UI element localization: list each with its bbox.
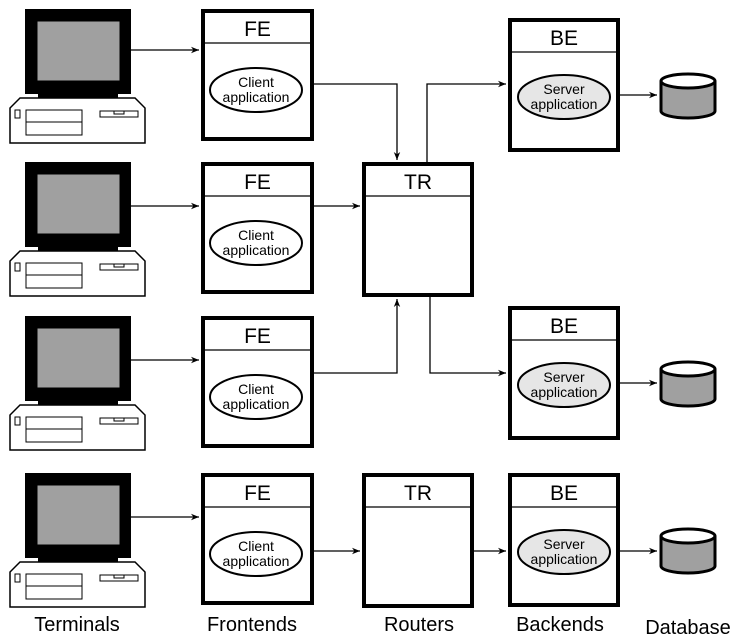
frontend-box-title: FE (244, 482, 271, 505)
backend-box: BE Serverapplication (508, 306, 620, 440)
client-application-line2: application (223, 89, 290, 105)
terminal-screen (36, 327, 121, 389)
database-icon (659, 72, 717, 120)
router-box: TR (362, 473, 474, 608)
terminal-icon (9, 9, 146, 144)
client-application-line1: Client (238, 74, 274, 90)
router-box-title: TR (404, 482, 432, 505)
client-application-line2: application (223, 396, 290, 412)
power-button (14, 109, 21, 119)
frontend-box: FE Clientapplication (201, 162, 314, 294)
terminal-screen (36, 484, 121, 546)
terminal-screen (36, 173, 121, 235)
connection-arrow (312, 83, 401, 160)
connection-arrow (312, 299, 401, 374)
power-button (14, 262, 21, 272)
terminal-screen (36, 20, 121, 82)
label-terminals: Terminals (34, 614, 120, 636)
router-box: TR (362, 162, 474, 297)
backend-box-title: BE (550, 482, 578, 505)
server-application-line2: application (531, 96, 598, 112)
database-icon (659, 360, 717, 408)
frontend-box: FE Clientapplication (201, 316, 314, 448)
backend-box-title: BE (550, 27, 578, 50)
database-icon (659, 527, 717, 575)
server-application-line1: Server (543, 81, 585, 97)
router-box-title: TR (404, 171, 432, 194)
connection-arrow (426, 80, 506, 164)
backend-box: BE Serverapplication (508, 18, 620, 152)
server-application-line1: Server (543, 369, 585, 385)
frontend-box-title: FE (244, 18, 271, 41)
client-application-line1: Client (238, 227, 274, 243)
power-button (14, 573, 21, 583)
frontend-box-title: FE (244, 325, 271, 348)
terminal-icon (9, 473, 146, 608)
frontend-box: FE Clientapplication (201, 9, 314, 141)
backend-box-title: BE (550, 315, 578, 338)
backend-box: BE Serverapplication (508, 473, 620, 607)
connection-arrow (429, 295, 506, 377)
frontend-box: FE Clientapplication (201, 473, 314, 605)
terminal-icon (9, 316, 146, 451)
architecture-diagram: FEClientapplicationFEClientapplicationFE… (9, 9, 731, 639)
client-application-line1: Client (238, 381, 274, 397)
power-button (14, 416, 21, 426)
terminal-icon (9, 162, 146, 297)
label-frontends: Frontends (207, 614, 297, 636)
client-application-line2: application (223, 553, 290, 569)
server-application-line1: Server (543, 536, 585, 552)
frontend-box-title: FE (244, 171, 271, 194)
server-application-line2: application (531, 384, 598, 400)
label-routers: Routers (384, 614, 454, 636)
label-database: Database (645, 617, 731, 639)
server-application-line2: application (531, 551, 598, 567)
client-application-line2: application (223, 242, 290, 258)
client-application-line1: Client (238, 538, 274, 554)
label-backends: Backends (516, 614, 604, 636)
